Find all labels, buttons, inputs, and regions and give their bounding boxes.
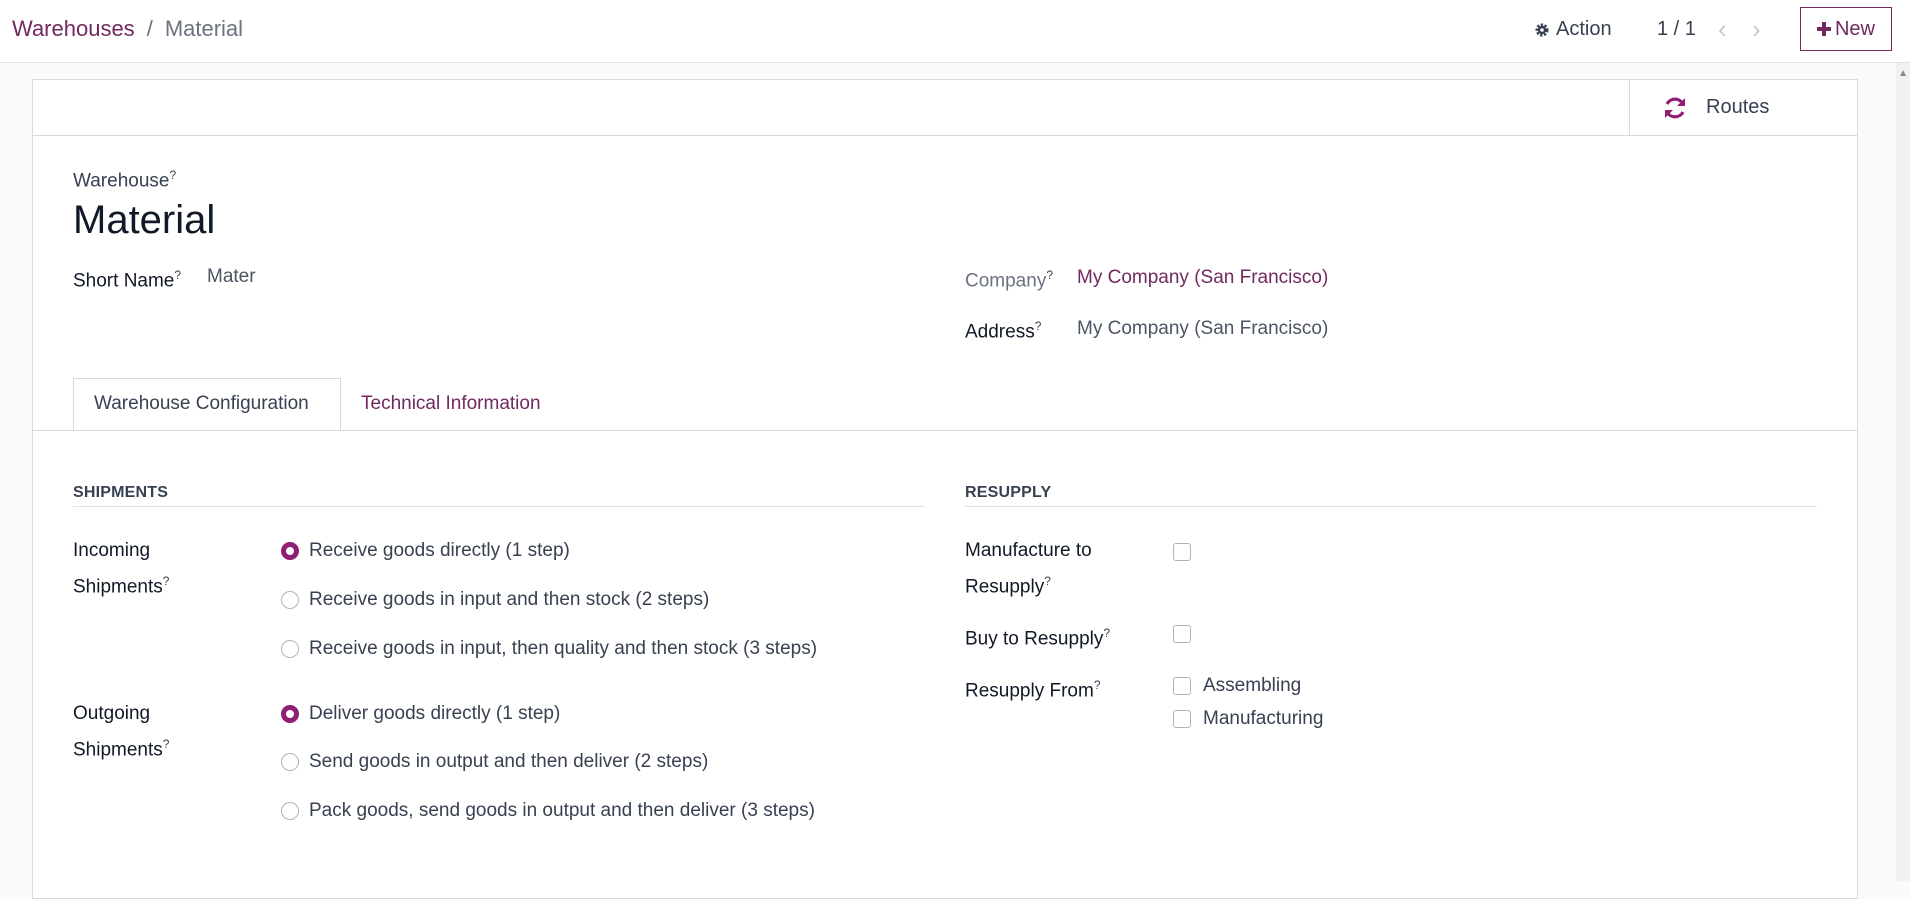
help-marker: ? (1044, 574, 1051, 588)
tab-technical-information[interactable]: Technical Information (341, 378, 561, 430)
breadcrumb-current: Material (164, 16, 244, 41)
incoming-option-2[interactable]: Receive goods in input and then stock (2… (281, 589, 709, 611)
tab-warehouse-configuration[interactable]: Warehouse Configuration (73, 378, 341, 430)
pager-value[interactable]: 1 / 1 (1657, 18, 1696, 41)
breadcrumb-warehouses-link[interactable]: Warehouses (12, 16, 135, 41)
resupply-from-assembling[interactable]: Assembling (1173, 675, 1301, 697)
resupply-section-title: RESUPPLY (965, 484, 1052, 501)
address-label-text: Address (965, 321, 1035, 343)
help-marker: ? (169, 168, 177, 182)
address-value[interactable]: My Company (San Francisco) (1077, 318, 1328, 340)
outgoing-label-line1: Outgoing (73, 703, 151, 724)
radio-button[interactable] (281, 542, 299, 560)
incoming-shipments-label: Incoming Shipments? (73, 536, 169, 602)
incoming-label-line1: Incoming (73, 540, 151, 561)
outgoing-option-2[interactable]: Send goods in output and then deliver (2… (281, 751, 708, 773)
incoming-option-1[interactable]: Receive goods directly (1 step) (281, 540, 570, 562)
buy-to-resupply-label: Buy to Resupply? (965, 618, 1110, 654)
outgoing-label-line2: Shipments (73, 739, 163, 761)
buy-label-text: Buy to Resupply (965, 628, 1104, 650)
outgoing-option-3-label: Pack goods, send goods in output and the… (309, 800, 815, 821)
outgoing-option-3[interactable]: Pack goods, send goods in output and the… (281, 800, 815, 822)
manufacturing-checkbox[interactable] (1173, 710, 1191, 728)
radio-button[interactable] (281, 705, 299, 723)
manufacturing-label: Manufacturing (1203, 708, 1324, 729)
incoming-option-2-label: Receive goods in input and then stock (2… (309, 589, 710, 610)
routes-smart-button[interactable]: Routes (1629, 80, 1857, 135)
incoming-label-line2: Shipments (73, 576, 163, 598)
breadcrumb-separator: / (146, 16, 153, 41)
help-marker: ? (1093, 678, 1101, 692)
manufacture-label-line2: Resupply (965, 576, 1045, 598)
resupply-from-manufacturing[interactable]: Manufacturing (1173, 708, 1323, 730)
resupply-divider (965, 506, 1817, 507)
breadcrumb: Warehouses / Material (12, 16, 243, 42)
chevron-left-icon[interactable]: ‹ (1718, 14, 1727, 45)
help-marker: ? (1103, 626, 1111, 640)
plus-icon (1816, 22, 1831, 36)
incoming-option-3[interactable]: Receive goods in input, then quality and… (281, 638, 817, 660)
short-name-label: Short Name? (73, 260, 181, 296)
outgoing-option-1-label: Deliver goods directly (1 step) (309, 703, 561, 724)
chevron-right-icon[interactable]: › (1752, 14, 1761, 45)
company-value-link[interactable]: My Company (San Francisco) (1077, 267, 1328, 289)
notebook-tabs: Warehouse Configuration Technical Inform… (33, 378, 1857, 431)
company-label-text: Company (965, 270, 1047, 292)
vertical-scrollbar[interactable] (1896, 63, 1910, 881)
outgoing-option-1[interactable]: Deliver goods directly (1 step) (281, 703, 560, 725)
radio-button[interactable] (281, 640, 299, 658)
resupply-from-label: Resupply From? (965, 670, 1101, 706)
gear-icon (1535, 23, 1549, 36)
outgoing-option-2-label: Send goods in output and then deliver (2… (309, 751, 709, 772)
outgoing-shipments-label: Outgoing Shipments? (73, 699, 169, 765)
assembling-checkbox[interactable] (1173, 677, 1191, 695)
help-marker: ? (1046, 268, 1054, 282)
incoming-option-1-label: Receive goods directly (1 step) (309, 540, 570, 561)
new-button[interactable]: New (1800, 7, 1892, 51)
manufacture-to-resupply-checkbox[interactable] (1173, 543, 1191, 561)
routes-label: Routes (1706, 96, 1770, 118)
help-marker: ? (162, 737, 170, 751)
buy-to-resupply-checkbox[interactable] (1173, 625, 1191, 643)
short-name-label-text: Short Name (73, 270, 175, 292)
control-panel: Warehouses / Material Action 1 / 1 ‹ › New (0, 0, 1910, 63)
radio-button[interactable] (281, 802, 299, 820)
warehouse-field-label: Warehouse? (73, 168, 176, 192)
shipments-section-title: SHIPMENTS (73, 484, 169, 501)
resupply-from-label-text: Resupply From (965, 680, 1094, 702)
smart-button-box: Routes (33, 80, 1857, 136)
incoming-option-3-label: Receive goods in input, then quality and… (309, 638, 818, 659)
short-name-value[interactable]: Mater (207, 266, 256, 288)
form-sheet: Routes Warehouse? Material Short Name? M… (32, 79, 1858, 899)
help-marker: ? (1034, 319, 1042, 333)
new-label: New (1834, 17, 1875, 40)
action-label: Action (1556, 18, 1612, 40)
assembling-label: Assembling (1203, 675, 1302, 696)
manufacture-label-line1: Manufacture to (965, 540, 1092, 561)
refresh-icon (1665, 97, 1685, 118)
radio-button[interactable] (281, 591, 299, 609)
scroll-up-arrow-icon[interactable]: ▲ (1898, 68, 1908, 79)
warehouse-name-title[interactable]: Material (73, 198, 215, 243)
help-marker: ? (174, 268, 182, 282)
action-menu-button[interactable]: Action (1534, 18, 1612, 41)
address-label: Address? (965, 311, 1041, 347)
company-label: Company? (965, 260, 1053, 296)
shipments-divider (73, 506, 925, 507)
radio-button[interactable] (281, 753, 299, 771)
help-marker: ? (162, 574, 170, 588)
manufacture-to-resupply-label: Manufacture to Resupply? (965, 536, 1092, 602)
warehouse-label-text: Warehouse (73, 170, 170, 192)
